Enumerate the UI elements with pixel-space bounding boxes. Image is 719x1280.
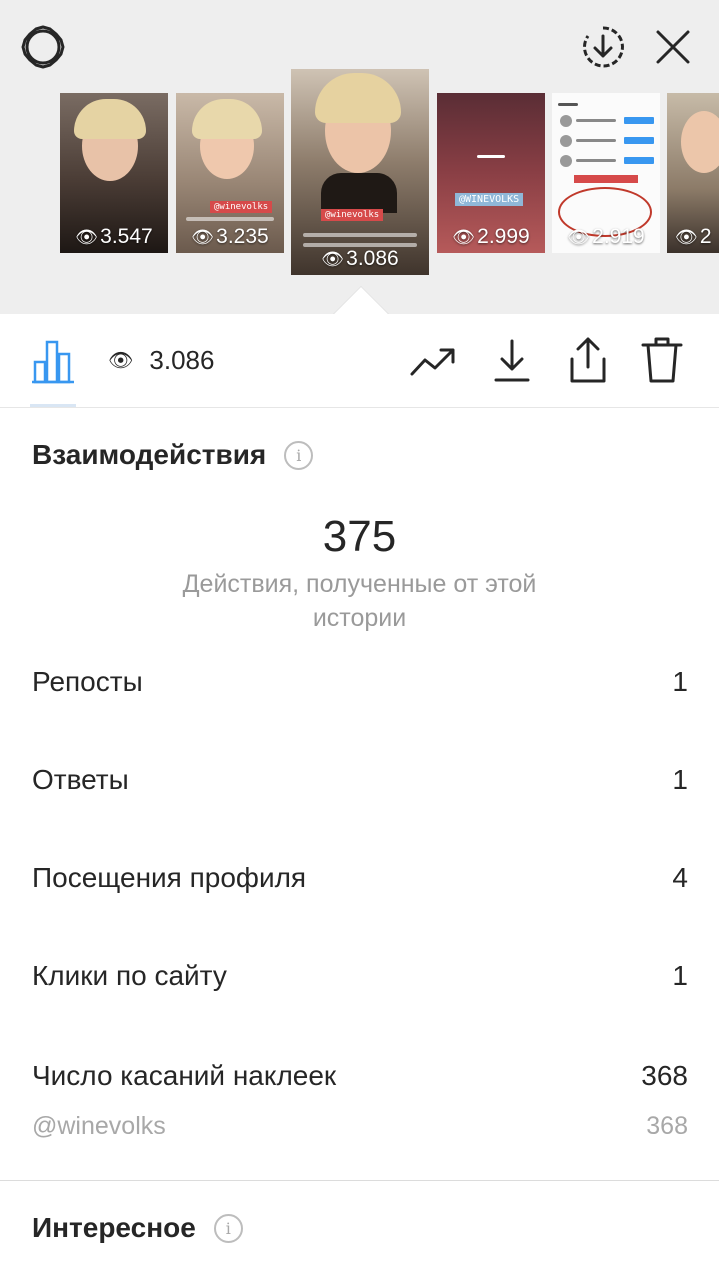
active-tab-indicator: [30, 404, 76, 407]
story-caption: [477, 155, 505, 158]
metric-label: Число касаний наклеек: [32, 1060, 337, 1091]
info-icon[interactable]: i: [284, 440, 314, 470]
eye-icon: 👁: [191, 226, 215, 247]
story-views-value: 3.235: [216, 225, 269, 248]
story-thumbnail[interactable]: 👁 3.547: [60, 93, 168, 253]
story-views: 👁 3.547: [75, 225, 152, 253]
story-views: 👁 2: [675, 225, 712, 253]
metric-row-website-clicks: Клики по сайту 1: [32, 956, 688, 996]
story-views: 👁 2.919: [567, 225, 644, 253]
metric-row-replies: Ответы 1: [32, 760, 688, 800]
metric-value: 1: [672, 764, 688, 795]
delete-button[interactable]: [636, 334, 688, 386]
interactions-total: 375: [322, 512, 397, 561]
story-face: [681, 111, 719, 173]
story-sticker-tag: @WINEVOLKS: [455, 193, 524, 206]
story-hair: [192, 99, 262, 139]
story-views-value: 3.547: [100, 225, 153, 248]
metric-label: Клики по сайту: [32, 960, 227, 991]
metric-row-profile-visits: Посещения профиля 4: [32, 858, 688, 898]
story-sticker-tag: @winevolks: [321, 209, 384, 221]
interactions-title: Взаимодействия: [32, 439, 267, 470]
metric-label: Ответы: [32, 764, 129, 795]
sticker-username[interactable]: @winevolks: [32, 1112, 166, 1141]
settings-button[interactable]: [20, 24, 66, 70]
story-caption: [624, 117, 654, 124]
eye-icon: 👁: [108, 349, 134, 372]
story-views: 👁 2.999: [452, 225, 529, 253]
share-icon: [570, 337, 606, 383]
sticker-tap-count: 368: [646, 1111, 688, 1140]
gear-icon: [21, 25, 65, 69]
story-thumbnail[interactable]: 👁 2: [667, 93, 719, 253]
metric-label: Репосты: [32, 666, 143, 697]
metric-label: Посещения профиля: [32, 862, 307, 893]
discovery-title: Интересное: [32, 1212, 196, 1243]
story-caption: [576, 139, 616, 142]
story-toolbar: 👁 3.086: [0, 314, 719, 408]
views-count-value: 3.086: [149, 344, 215, 375]
avatar: [560, 115, 572, 127]
eye-icon: 👁: [321, 248, 345, 269]
trend-arrow-icon: [410, 348, 455, 376]
metric-value: 4: [672, 862, 688, 893]
story-caption: [576, 159, 616, 162]
close-icon: [656, 30, 690, 64]
section-divider: [0, 1180, 719, 1181]
story-clothing: [321, 173, 397, 213]
share-button[interactable]: [562, 334, 614, 386]
metric-value: 1: [672, 960, 688, 991]
story-hair: [315, 73, 401, 123]
views-count: 👁 3.086: [108, 342, 214, 378]
story-sticker-tag: @winevolks: [210, 201, 273, 213]
metric-value: 368: [641, 1060, 688, 1091]
story-caption: [558, 103, 578, 106]
metric-row-sticker-taps: Число касаний наклеек 368: [32, 1056, 688, 1096]
story-thumbnail-selected[interactable]: @winevolks 👁 3.086: [291, 69, 429, 275]
download-icon: [494, 339, 530, 382]
story-caption: [303, 233, 417, 237]
story-caption: [576, 119, 616, 122]
story-caption: [186, 217, 274, 221]
story-hair: [74, 99, 146, 139]
insights-tab[interactable]: [26, 334, 80, 388]
story-thumbnail[interactable]: @winevolks 👁 3.235: [176, 93, 284, 253]
eye-icon: 👁: [675, 226, 698, 247]
info-icon[interactable]: i: [213, 1213, 243, 1243]
metric-value: 1: [672, 666, 688, 697]
story-caption: [624, 137, 654, 144]
download-button[interactable]: [488, 336, 536, 386]
story-caption: [574, 175, 638, 183]
story-views-value: 3.086: [346, 247, 399, 270]
close-button[interactable]: [650, 24, 696, 70]
avatar: [560, 155, 572, 167]
interactions-section-title: Взаимодействия i: [32, 439, 314, 471]
metric-sub-row-sticker[interactable]: @winevolks 368: [32, 1108, 688, 1144]
save-story-button[interactable]: [580, 24, 626, 70]
download-circle-icon: [583, 26, 624, 68]
story-carousel: 👁 3.547 @winevolks 👁 3.235 @winevolks 👁 …: [0, 0, 719, 314]
story-thumbnail[interactable]: 👁 2.919: [552, 93, 660, 253]
eye-icon: 👁: [75, 226, 99, 247]
story-views-value: 2.919: [592, 225, 645, 248]
bar-chart-icon: [32, 340, 74, 384]
eye-icon: 👁: [567, 226, 591, 247]
avatar: [560, 135, 572, 147]
story-views: 👁 3.235: [191, 225, 268, 253]
story-caption: [624, 157, 654, 164]
trash-icon: [641, 337, 683, 383]
story-views-value: 2.999: [477, 225, 530, 248]
promote-button[interactable]: [408, 338, 460, 386]
story-views-value: 2: [699, 225, 712, 248]
story-views: 👁 3.086: [321, 247, 398, 275]
metric-row-shares: Репосты 1: [32, 662, 688, 702]
discovery-section-title: Интересное i: [32, 1212, 243, 1244]
interactions-total-caption: Действия, полученные от этой истории: [182, 570, 537, 632]
story-thumbnail[interactable]: @WINEVOLKS 👁 2.999: [437, 93, 545, 253]
eye-icon: 👁: [452, 226, 476, 247]
